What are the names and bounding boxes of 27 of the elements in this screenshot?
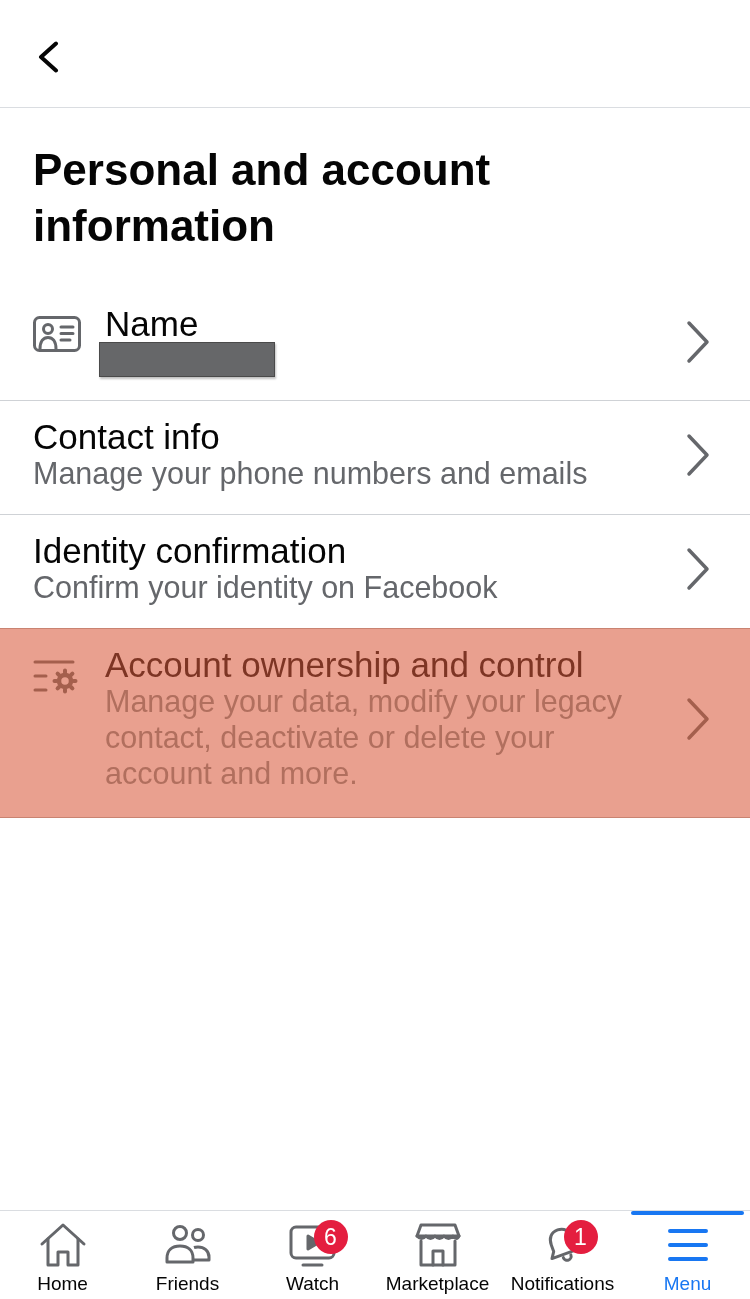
row-title: Contact info	[33, 419, 220, 455]
chevron-right-icon	[686, 319, 710, 364]
count-badge: 1	[563, 1220, 598, 1254]
settings-row[interactable]: Contact info Manage your phone numbers and emails	[0, 401, 750, 515]
tab-button[interactable]: Home	[0, 1211, 125, 1299]
count-badge: 6	[313, 1220, 348, 1254]
tab-button[interactable]: 6 Watch	[250, 1211, 375, 1299]
settings-row[interactable]: Name	[0, 288, 750, 401]
chevron-right-icon	[686, 433, 710, 477]
row-subtitle: Manage your phone numbers and emails	[33, 455, 588, 491]
tab-button[interactable]: 1 Notifications	[500, 1211, 625, 1299]
tab-button[interactable]: Menu	[625, 1211, 750, 1299]
row-subtitle: Confirm your identity on Facebook	[33, 570, 498, 605]
page-title: Personal and account information	[32, 144, 492, 252]
chevron-right-icon	[686, 697, 710, 741]
tab-button[interactable]: Marketplace	[375, 1211, 500, 1299]
home-icon	[38, 1222, 87, 1268]
tab-button[interactable]: Friends	[125, 1211, 250, 1299]
storefront-icon	[413, 1222, 462, 1268]
row-title: Account ownership and control	[105, 647, 584, 683]
row-title: Identity confirmation	[33, 533, 347, 569]
id-card-icon	[33, 316, 81, 352]
back-icon[interactable]	[37, 41, 59, 73]
chevron-right-icon	[686, 547, 710, 591]
row-title: Name	[105, 306, 199, 342]
row-subtitle: Manage your data, modify your legacy contact, deactivate or delete your account and more.	[105, 684, 624, 791]
settings-row[interactable]: Account ownership and control Manage your data, modify your legacy contact, deactivate or delete your account and more.	[0, 628, 750, 818]
